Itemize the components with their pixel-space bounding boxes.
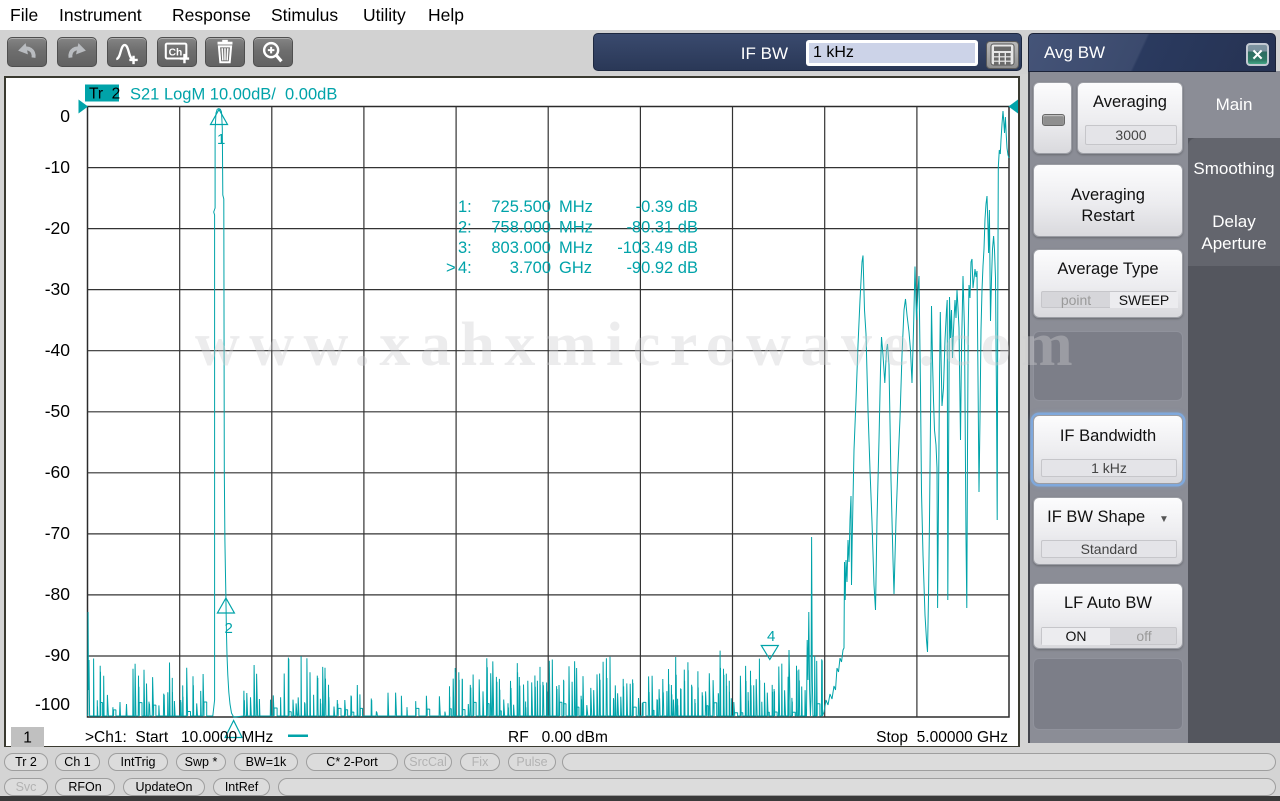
svg-text:4:: 4: (458, 259, 472, 277)
svg-text:-80.31 dB: -80.31 dB (626, 218, 698, 236)
svg-text:1: 1 (217, 131, 225, 148)
svg-text:-0.39 dB: -0.39 dB (636, 198, 698, 216)
svg-text:-10: -10 (45, 157, 71, 177)
svg-text:-80: -80 (45, 584, 71, 604)
svg-text:1: 1 (23, 730, 32, 747)
svg-text:4: 4 (767, 628, 775, 645)
svg-text:MHz: MHz (559, 239, 593, 257)
svg-text:2:: 2: (458, 218, 472, 236)
svg-text:-50: -50 (45, 401, 71, 421)
svg-text:MHz: MHz (559, 218, 593, 236)
svg-text:-40: -40 (45, 340, 71, 360)
svg-text:RF 0.00 dBm: RF 0.00 dBm (508, 729, 608, 746)
svg-text:0: 0 (60, 106, 70, 126)
svg-text:3.700: 3.700 (510, 259, 551, 277)
svg-text:GHz: GHz (559, 259, 592, 277)
svg-text:2: 2 (225, 620, 233, 637)
svg-text:-103.49 dB: -103.49 dB (617, 239, 698, 257)
svg-text:725.500: 725.500 (491, 198, 551, 216)
svg-text:-60: -60 (45, 462, 71, 482)
svg-text:S21 LogM 10.00dB/ 0.00dB: S21 LogM 10.00dB/ 0.00dB (130, 86, 337, 104)
svg-text:803.000: 803.000 (491, 239, 551, 257)
svg-text:-90.92 dB: -90.92 dB (626, 259, 698, 277)
svg-text:MHz: MHz (559, 198, 593, 216)
svg-text:Tr 2: Tr 2 (89, 86, 120, 103)
svg-text:>: > (446, 259, 456, 277)
svg-text:-70: -70 (45, 523, 71, 543)
svg-text:-30: -30 (45, 279, 71, 299)
svg-text:3:: 3: (458, 239, 472, 257)
svg-text:>Ch1: Start 10.0000 MHz: >Ch1: Start 10.0000 MHz (85, 729, 273, 746)
svg-text:-90: -90 (45, 645, 71, 665)
svg-text:1:: 1: (458, 198, 472, 216)
svg-text:-100: -100 (35, 694, 70, 714)
svg-text:-20: -20 (45, 218, 71, 238)
svg-text:Stop 5.00000 GHz: Stop 5.00000 GHz (876, 729, 1008, 746)
svg-text:758.000: 758.000 (491, 218, 551, 236)
